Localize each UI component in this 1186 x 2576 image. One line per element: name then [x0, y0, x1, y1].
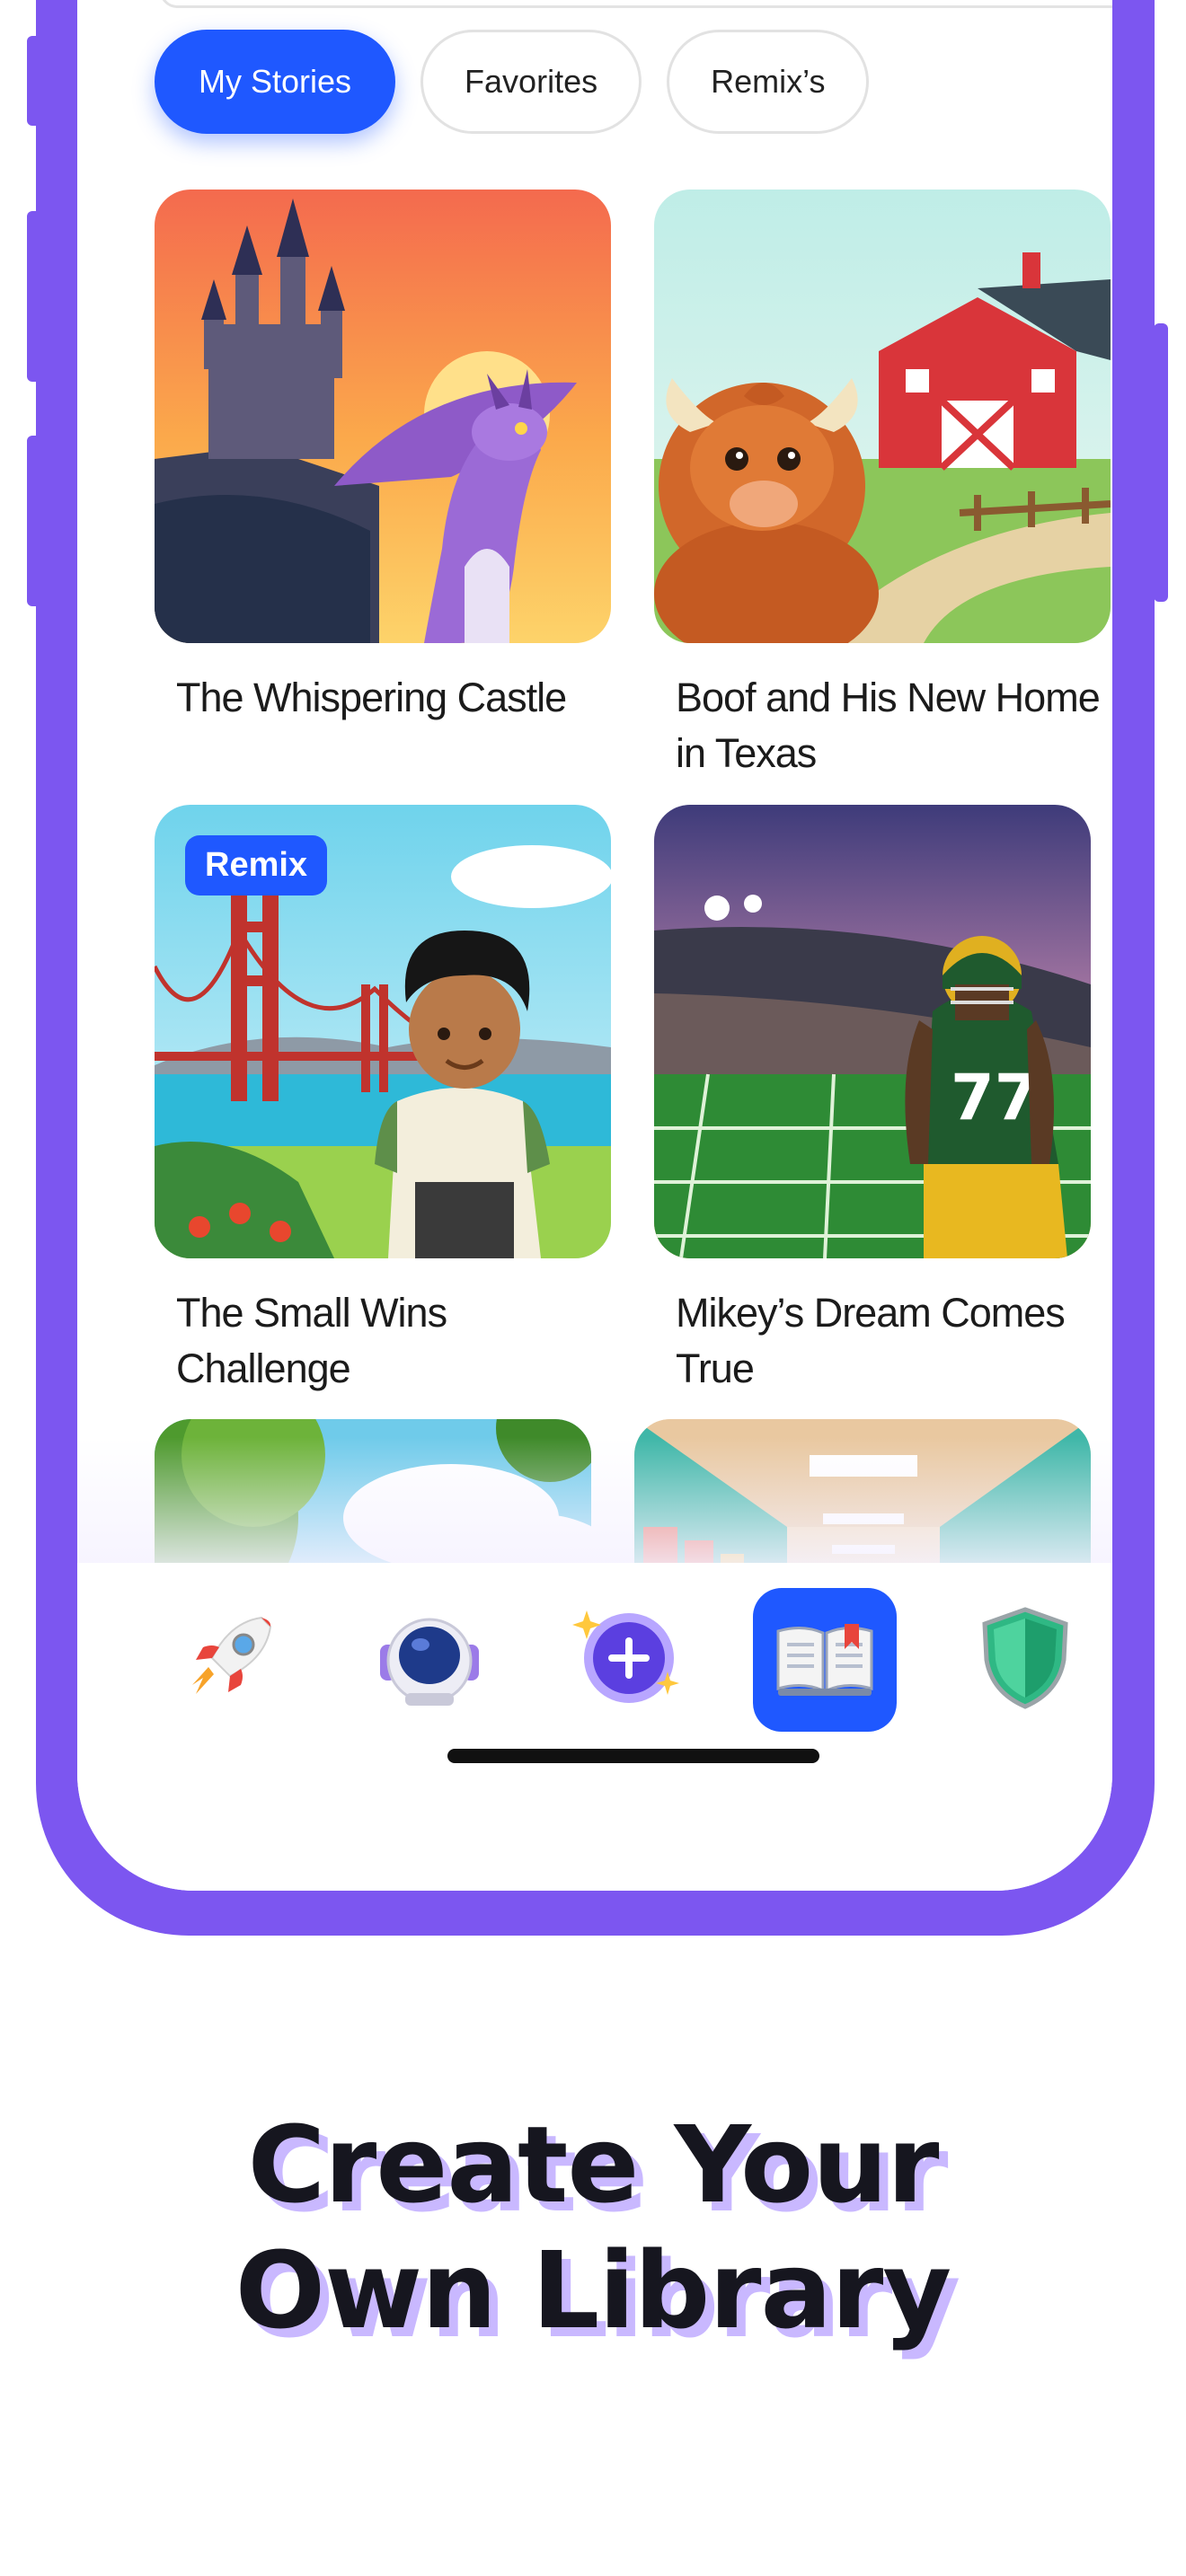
nav-create[interactable] [557, 1588, 701, 1732]
scroll-fade [77, 1437, 1112, 1572]
rocket-icon [176, 1604, 284, 1716]
shield-icon [976, 1604, 1075, 1716]
story-title: Boof and His New Home in Texas [676, 675, 1101, 776]
nav-parental-shield[interactable] [953, 1588, 1097, 1732]
phone-power-button [1154, 323, 1168, 602]
nav-rocket[interactable] [158, 1588, 302, 1732]
phone-frame: My Stories Favorites Remix’s The Whisper… [36, 0, 1155, 1936]
astronaut-helmet-icon [371, 1600, 488, 1721]
home-indicator[interactable] [447, 1749, 819, 1763]
tab-my-stories[interactable]: My Stories [155, 30, 396, 134]
nav-astronaut[interactable] [358, 1588, 501, 1732]
open-book-icon [771, 1604, 879, 1716]
story-cover-image: 77 [654, 805, 1091, 1258]
story-card[interactable]: 77 Mikey’s Dream Comes True [654, 805, 1091, 1397]
story-card[interactable]: Boof and His New Home in Texas [654, 190, 1111, 781]
story-cover-image: Remix [155, 805, 611, 1258]
story-title: Mikey’s Dream Comes True [676, 1290, 1066, 1391]
promo-headline: Create Your Own Library [0, 2102, 1186, 2353]
library-tabs: My Stories Favorites Remix’s [155, 30, 870, 134]
story-title: The Whispering Castle [176, 675, 567, 720]
search-bar[interactable] [160, 0, 1112, 8]
headline-line-1: Create Your [247, 2103, 940, 2227]
remix-badge: Remix [185, 835, 328, 895]
nav-library[interactable] [753, 1588, 897, 1732]
story-card[interactable]: The Whispering Castle [155, 190, 611, 726]
story-card[interactable]: Remix The Small Wins Challenge [155, 805, 611, 1397]
tab-favorites[interactable]: Favorites [420, 30, 642, 134]
headline-line-2: Own Library [235, 2228, 951, 2352]
create-plus-icon [571, 1600, 687, 1721]
story-title: The Small Wins Challenge [176, 1290, 447, 1391]
story-cover-image [654, 190, 1111, 643]
svg-text:77: 77 [951, 1061, 1038, 1134]
app-screen: My Stories Favorites Remix’s The Whisper… [77, 0, 1112, 1891]
tab-remixes[interactable]: Remix’s [667, 30, 870, 134]
story-cover-image [155, 190, 611, 643]
